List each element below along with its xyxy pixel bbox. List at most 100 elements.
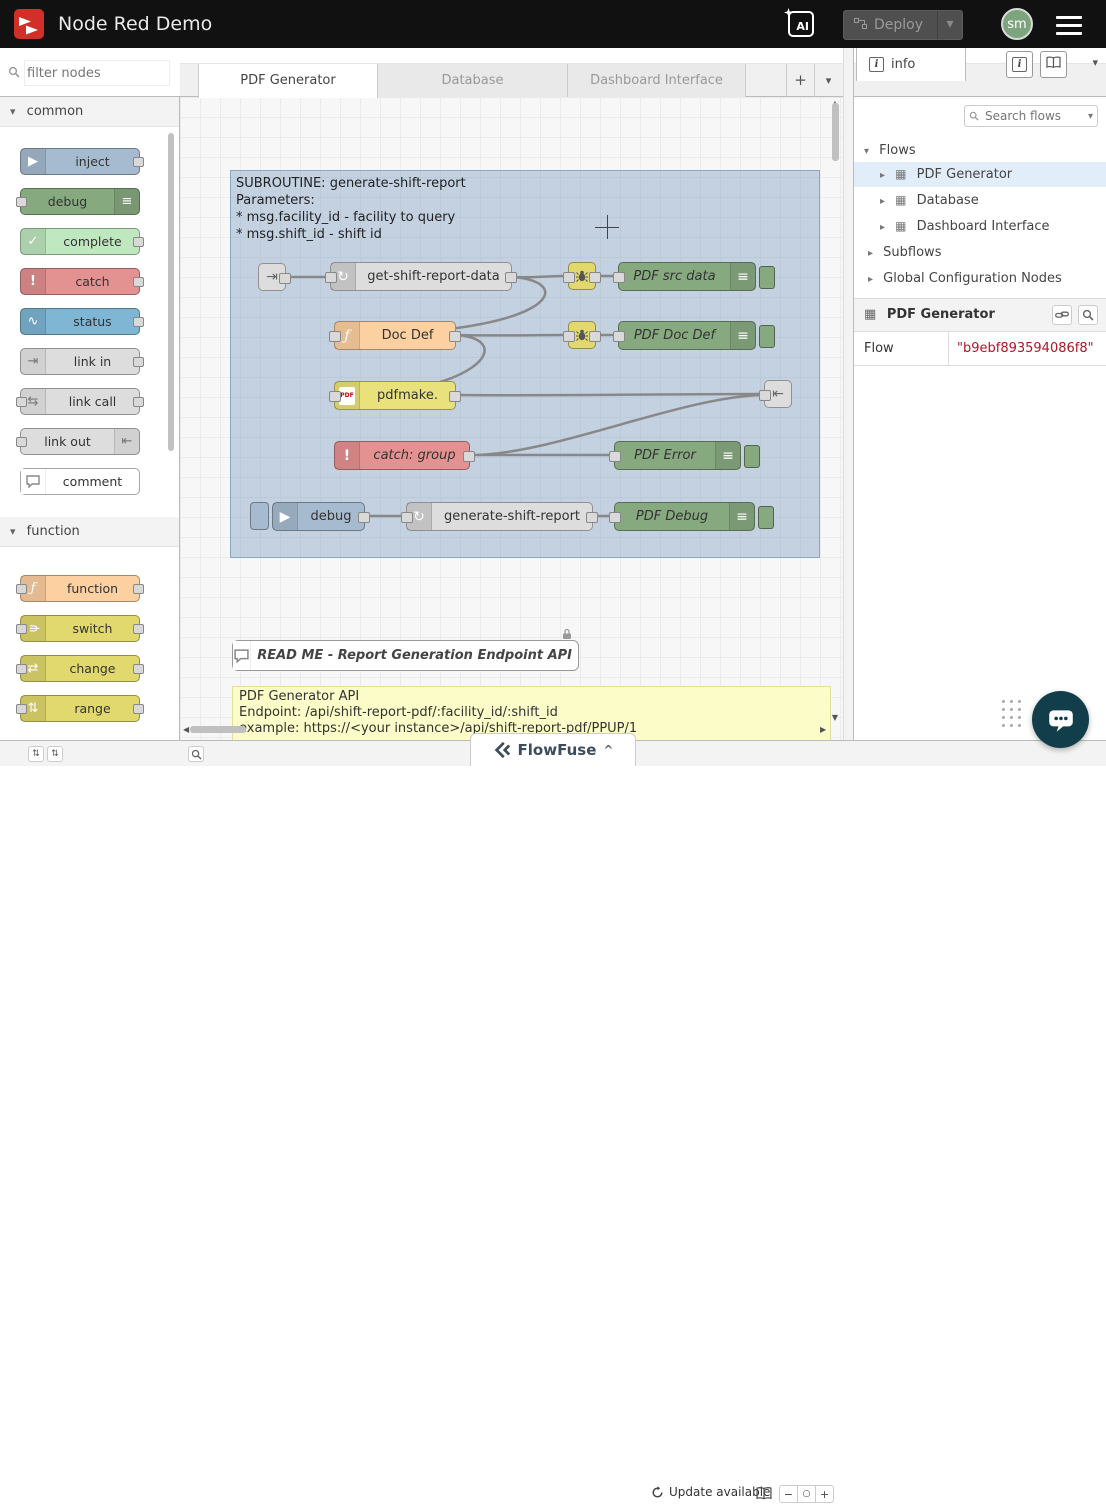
palette-node-link-call[interactable]: ⇆ link call <box>20 388 140 415</box>
function-node[interactable]: ƒ Doc Def <box>334 321 456 350</box>
pdfmake-node[interactable]: PDF pdfmake. <box>334 381 456 410</box>
ai-assistant-button[interactable]: AI <box>788 11 814 37</box>
search-flows-input[interactable] <box>983 108 1084 124</box>
flow-canvas[interactable]: SUBROUTINE: generate-shift-report Parame… <box>180 97 843 740</box>
search-button[interactable] <box>1078 305 1098 325</box>
tree-row-subflows[interactable]: ▸ Subflows <box>854 240 1106 265</box>
chat-widget-button[interactable] <box>1032 691 1089 748</box>
debug-toggle-button[interactable] <box>758 506 774 529</box>
inject-node[interactable]: ▶ debug <box>272 502 365 531</box>
debug-toggle-button[interactable] <box>759 325 775 348</box>
vertical-scrollbar[interactable] <box>832 103 839 161</box>
tree-row-flows[interactable]: ▾ Flows <box>854 138 1106 163</box>
palette-node-complete[interactable]: ✓ complete <box>20 228 140 255</box>
palette-node-debug[interactable]: ≡ debug <box>20 188 140 215</box>
inject-icon: ▶ <box>21 149 46 174</box>
scroll-right-arrow[interactable]: ▶ <box>820 726 826 734</box>
debug-node[interactable]: ≡ PDF Doc Def <box>618 321 756 350</box>
sparkle-icon <box>784 7 793 20</box>
debug-icon: ≡ <box>715 442 740 469</box>
palette-node-link-in[interactable]: ⇥ link in <box>20 348 140 375</box>
tab-menu-button[interactable]: ▾ <box>814 64 842 97</box>
collapse-categories-button[interactable]: ⇅ <box>28 746 44 762</box>
palette-node-function[interactable]: ƒ function <box>20 575 140 602</box>
zoom-in-button[interactable]: + <box>815 1485 834 1503</box>
tree-row-database[interactable]: ▸ ▦ Database <box>854 188 1106 213</box>
zoom-out-button[interactable]: − <box>779 1485 798 1503</box>
sidebar-tab-info[interactable]: i info <box>856 47 966 81</box>
output-port <box>589 272 601 283</box>
comment-icon <box>21 469 46 494</box>
palette-node-comment[interactable]: comment <box>20 468 140 495</box>
input-port <box>613 272 625 283</box>
expand-categories-button[interactable]: ⇅ <box>47 746 63 762</box>
sticky-note[interactable]: PDF Generator API Endpoint: /api/shift-r… <box>232 686 831 740</box>
info-icon: i <box>1012 57 1027 72</box>
palette-filter-input[interactable] <box>24 60 170 86</box>
output-port <box>463 451 475 462</box>
link-call-node[interactable]: ↻ get-shift-report-data <box>330 262 512 291</box>
debug-node[interactable]: ≡ PDF Error <box>614 441 741 470</box>
deploy-options-caret[interactable]: ▾ <box>937 11 962 39</box>
widget-drag-handle[interactable] <box>1002 700 1026 730</box>
flow-icon: ▦ <box>895 193 906 207</box>
comment-node[interactable]: READ ME - Report Generation Endpoint API <box>232 640 579 671</box>
palette-node-catch[interactable]: ! catch <box>20 268 140 295</box>
palette-category-common[interactable]: ▾ common <box>0 97 179 127</box>
output-port <box>133 624 144 634</box>
input-port <box>16 437 27 447</box>
tab-strip: PDF Generator Database Dashboard Interfa… <box>180 63 843 96</box>
debug-toggle-button[interactable] <box>744 445 760 468</box>
sidebar-splitter[interactable] <box>843 48 853 740</box>
user-avatar[interactable]: sm <box>1001 8 1033 40</box>
palette-node-inject[interactable]: ▶ inject <box>20 148 140 175</box>
main-menu-button[interactable] <box>1056 16 1082 40</box>
flow-icon: ▦ <box>864 307 876 322</box>
palette-node-status[interactable]: ∿ status <box>20 308 140 335</box>
palette-node-change[interactable]: ⇄ change <box>20 655 140 682</box>
helper-node[interactable] <box>568 262 596 290</box>
sidebar-tab-help[interactable] <box>1040 51 1067 78</box>
tree-row-dashboard-interface[interactable]: ▸ ▦ Dashboard Interface <box>854 214 1106 239</box>
scroll-down-arrow[interactable]: ▼ <box>832 714 838 722</box>
horizontal-scrollbar[interactable] <box>190 726 246 733</box>
copy-link-button[interactable] <box>1052 305 1072 325</box>
palette-filter <box>0 48 180 97</box>
tab-database[interactable]: Database <box>378 64 568 97</box>
deploy-button[interactable]: Deploy ▾ <box>843 10 963 40</box>
debug-node[interactable]: ≡ PDF src data <box>618 262 756 291</box>
link-out-node[interactable]: ⇤ <box>764 380 792 408</box>
palette-node-range[interactable]: ⇅ range <box>20 695 140 722</box>
tab-pdf-generator[interactable]: PDF Generator <box>198 64 378 98</box>
tree-row-pdf-generator[interactable]: ▸ ▦ PDF Generator <box>854 162 1106 187</box>
workspace-tabbar: PDF Generator Database Dashboard Interfa… <box>180 48 843 97</box>
catch-node[interactable]: ! catch: group <box>334 441 470 470</box>
flowfuse-widget[interactable]: FlowFuse ^ <box>470 733 636 766</box>
helper-node[interactable] <box>568 321 596 349</box>
chevron-down-icon: ▾ <box>10 517 16 547</box>
scroll-left-arrow[interactable]: ◀ <box>183 726 189 734</box>
output-port <box>133 397 144 407</box>
search-workspace-button[interactable] <box>188 746 204 762</box>
link-call-node[interactable]: ↻ generate-shift-report <box>406 502 593 531</box>
debug-node[interactable]: ≡ PDF Debug <box>614 502 755 531</box>
palette-node-link-out[interactable]: ⇤ link out <box>20 428 140 455</box>
ai-label: AI <box>796 20 809 33</box>
palette-category-function[interactable]: ▾ function <box>0 517 179 547</box>
info-sidebar: i info i ▾ ▾ ▾ Flows ▸ ▦ PDF Generator ▸… <box>853 48 1106 740</box>
sidebar-tab-info-outline[interactable]: i <box>1006 51 1033 78</box>
tree-row-global-config[interactable]: ▸ Global Configuration Nodes <box>854 266 1106 291</box>
guides-book-button[interactable] <box>756 1486 772 1505</box>
debug-toggle-button[interactable] <box>759 266 775 289</box>
zoom-reset-button[interactable]: ○ <box>797 1485 816 1503</box>
update-icon <box>651 1486 664 1499</box>
add-tab-button[interactable]: + <box>786 64 814 97</box>
tab-dashboard-interface[interactable]: Dashboard Interface <box>568 64 746 97</box>
info-icon: i <box>869 57 884 72</box>
link-in-node[interactable]: ⇥ <box>258 263 286 291</box>
sidebar-menu-caret[interactable]: ▾ <box>1092 56 1098 69</box>
inject-button[interactable] <box>250 502 269 530</box>
update-available-button[interactable]: Update available <box>651 1485 770 1499</box>
palette-scrollbar[interactable] <box>168 133 174 451</box>
palette-node-switch[interactable]: ⋔ switch <box>20 615 140 642</box>
